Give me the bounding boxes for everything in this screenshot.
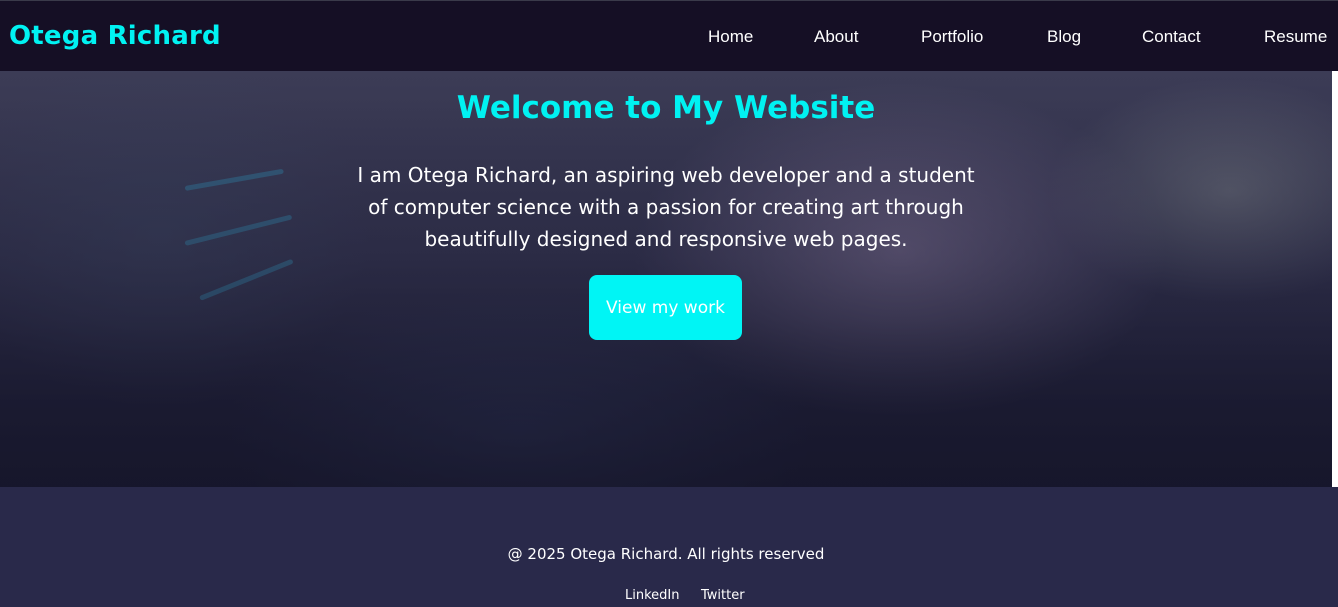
nav-links: Home About Portfolio Blog Contact Resume bbox=[0, 27, 1338, 49]
nav-contact[interactable]: Contact bbox=[1142, 27, 1201, 47]
linkedin-link[interactable]: LinkedIn bbox=[625, 588, 679, 603]
nav-resume[interactable]: Resume bbox=[1264, 27, 1327, 47]
twitter-link[interactable]: Twitter bbox=[701, 588, 745, 603]
nav-about[interactable]: About bbox=[814, 27, 858, 47]
nav-blog[interactable]: Blog bbox=[1047, 27, 1081, 47]
nav-portfolio[interactable]: Portfolio bbox=[921, 27, 983, 47]
hero-section: Welcome to My Website I am Otega Richard… bbox=[0, 71, 1332, 487]
page-edge bbox=[1332, 71, 1338, 487]
nav-home[interactable]: Home bbox=[708, 27, 753, 47]
navbar: Otega Richard Home About Portfolio Blog … bbox=[0, 0, 1338, 71]
copyright-text: @ 2025 Otega Richard. All rights reserve… bbox=[507, 545, 825, 563]
view-my-work-button[interactable]: View my work bbox=[589, 275, 742, 340]
hero-title: Welcome to My Website bbox=[456, 90, 876, 126]
footer: @ 2025 Otega Richard. All rights reserve… bbox=[0, 487, 1338, 607]
hero-intro-text: I am Otega Richard, an aspiring web deve… bbox=[357, 163, 975, 251]
